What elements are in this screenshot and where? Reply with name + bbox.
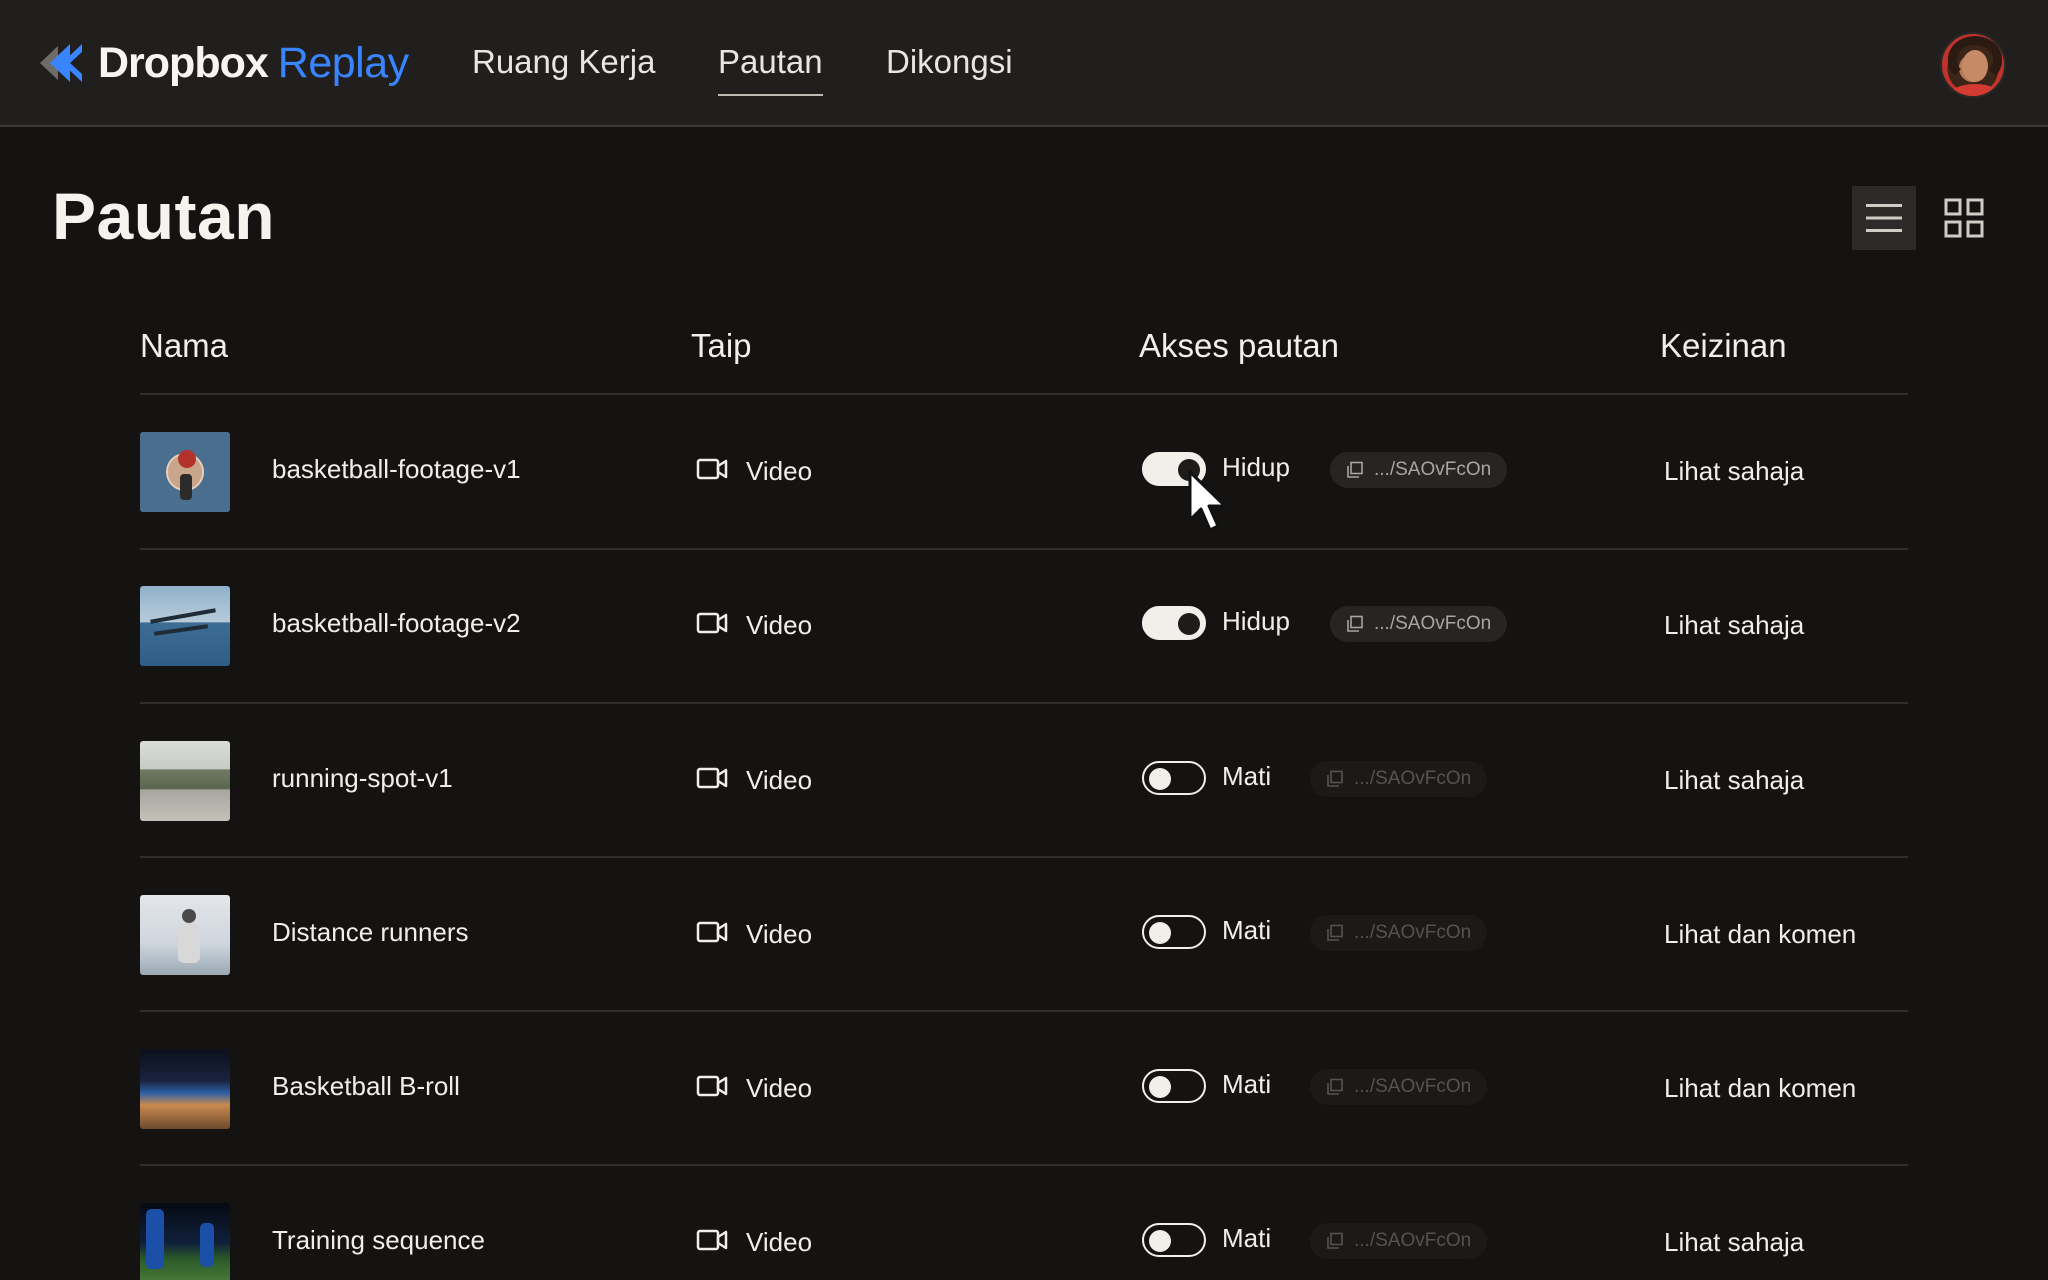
copy-icon	[1347, 461, 1363, 478]
video-thumbnail	[140, 1049, 230, 1129]
column-header-name[interactable]: Nama	[140, 326, 228, 366]
copy-link-chip[interactable]: .../SAOvFcOn	[1310, 761, 1488, 797]
link-access-status: Hidup	[1222, 452, 1290, 482]
link-url: .../SAOvFcOn	[1354, 768, 1472, 789]
link-access-status: Mati	[1222, 915, 1272, 945]
table-row[interactable]: Training sequence Video Mati .../SAOvFcO…	[0, 1163, 2048, 1280]
file-name[interactable]: Basketball B-roll	[272, 1069, 460, 1103]
permission-value[interactable]: Lihat dan komen	[1664, 1071, 1856, 1105]
column-header-type[interactable]: Taip	[691, 326, 752, 366]
toggle-knob	[1149, 1230, 1171, 1252]
tab-dikongsi[interactable]: Dikongsi	[886, 40, 1013, 96]
toggle-knob	[1178, 459, 1200, 481]
avatar-shirt	[1946, 84, 2004, 96]
video-camera-icon	[696, 921, 728, 943]
link-access-toggle[interactable]	[1142, 606, 1206, 640]
permission-value[interactable]: Lihat sahaja	[1664, 454, 1804, 488]
file-name[interactable]: running-spot-v1	[272, 761, 453, 795]
link-access-toggle[interactable]	[1142, 761, 1206, 795]
copy-link-chip[interactable]: .../SAOvFcOn	[1330, 452, 1508, 488]
copy-icon	[1347, 615, 1363, 632]
video-thumbnail	[140, 895, 230, 975]
file-name[interactable]: basketball-footage-v2	[272, 606, 521, 640]
brand-name: Dropbox	[98, 39, 269, 87]
table-row[interactable]: basketball-footage-v2 Video Hidup .../SA…	[0, 546, 2048, 698]
file-type: Video	[746, 456, 813, 486]
link-access-status: Hidup	[1222, 606, 1290, 636]
permission-value[interactable]: Lihat sahaja	[1664, 763, 1804, 797]
file-type: Video	[746, 919, 813, 949]
table-row[interactable]: Distance runners Video Mati .../SAOvFcOn…	[0, 855, 2048, 1007]
file-name[interactable]: Distance runners	[272, 915, 469, 949]
file-name[interactable]: basketball-footage-v1	[272, 452, 521, 486]
permission-value[interactable]: Lihat sahaja	[1664, 608, 1804, 642]
video-thumbnail	[140, 586, 230, 666]
toggle-knob	[1149, 922, 1171, 944]
table-row[interactable]: basketball-footage-v1 Video Hidup .../SA…	[0, 392, 2048, 544]
user-avatar[interactable]	[1940, 32, 2006, 98]
link-url: .../SAOvFcOn	[1354, 1076, 1472, 1097]
file-type: Video	[746, 1073, 813, 1103]
copy-icon	[1327, 770, 1343, 787]
replay-logo-icon	[40, 44, 82, 82]
list-view-icon	[1866, 204, 1902, 232]
avatar-hair	[1948, 36, 2002, 82]
link-url: .../SAOvFcOn	[1374, 613, 1492, 634]
video-thumbnail	[140, 1203, 230, 1280]
column-header-permission[interactable]: Keizinan	[1660, 326, 1787, 366]
video-camera-icon	[696, 1075, 728, 1097]
toggle-knob	[1178, 613, 1200, 635]
link-access-toggle[interactable]	[1142, 915, 1206, 949]
tab-ruang-kerja[interactable]: Ruang Kerja	[472, 40, 655, 96]
brand-product: Replay	[277, 39, 409, 87]
table-row[interactable]: Basketball B-roll Video Mati .../SAOvFcO…	[0, 1009, 2048, 1161]
copy-link-chip[interactable]: .../SAOvFcOn	[1310, 1223, 1488, 1259]
file-name[interactable]: Training sequence	[272, 1223, 485, 1257]
toggle-knob	[1149, 768, 1171, 790]
copy-icon	[1327, 924, 1343, 941]
copy-link-chip[interactable]: .../SAOvFcOn	[1330, 606, 1508, 642]
copy-icon	[1327, 1078, 1343, 1095]
copy-link-chip[interactable]: .../SAOvFcOn	[1310, 1069, 1488, 1105]
permission-value[interactable]: Lihat dan komen	[1664, 917, 1856, 951]
video-camera-icon	[696, 612, 728, 634]
video-camera-icon	[696, 1229, 728, 1251]
video-camera-icon	[696, 458, 728, 480]
table-row[interactable]: running-spot-v1 Video Mati .../SAOvFcOn …	[0, 701, 2048, 853]
file-type: Video	[746, 1227, 813, 1257]
toggle-knob	[1149, 1076, 1171, 1098]
video-thumbnail	[140, 432, 230, 512]
video-thumbnail	[140, 741, 230, 821]
link-access-toggle[interactable]	[1142, 452, 1206, 486]
top-navigation-bar: Dropbox Replay Ruang Kerja Pautan Dikong…	[0, 0, 2048, 127]
link-access-status: Mati	[1222, 1223, 1272, 1253]
grid-view-icon	[1944, 198, 1984, 238]
link-url: .../SAOvFcOn	[1354, 922, 1472, 943]
copy-icon	[1327, 1232, 1343, 1249]
video-camera-icon	[696, 767, 728, 789]
tab-pautan[interactable]: Pautan	[718, 40, 823, 96]
column-header-access[interactable]: Akses pautan	[1139, 326, 1339, 366]
permission-value[interactable]: Lihat sahaja	[1664, 1225, 1804, 1259]
link-access-toggle[interactable]	[1142, 1069, 1206, 1103]
link-access-status: Mati	[1222, 1069, 1272, 1099]
link-url: .../SAOvFcOn	[1354, 1230, 1472, 1251]
file-type: Video	[746, 610, 813, 640]
link-access-toggle[interactable]	[1142, 1223, 1206, 1257]
page-title: Pautan	[52, 179, 276, 253]
link-url: .../SAOvFcOn	[1374, 459, 1492, 480]
file-type: Video	[746, 765, 813, 795]
copy-link-chip[interactable]: .../SAOvFcOn	[1310, 915, 1488, 951]
dropbox-replay-logo[interactable]: Dropbox Replay	[40, 38, 409, 88]
list-view-button[interactable]	[1852, 186, 1916, 250]
grid-view-button[interactable]	[1932, 186, 1996, 250]
link-access-status: Mati	[1222, 761, 1272, 791]
